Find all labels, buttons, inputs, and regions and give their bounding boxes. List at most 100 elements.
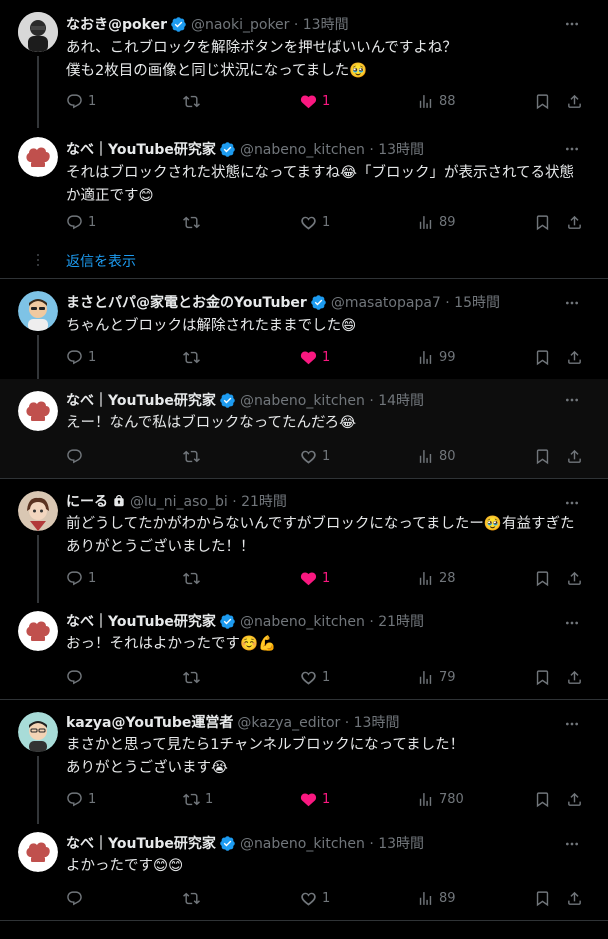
bookmark-button[interactable] <box>534 789 551 809</box>
reply-button[interactable] <box>66 888 88 908</box>
like-button[interactable]: 1 <box>300 347 330 367</box>
share-button[interactable] <box>566 347 583 367</box>
avatar[interactable] <box>18 491 58 531</box>
handle-time[interactable]: @masatopapa7 · 15時間 <box>331 292 500 312</box>
views-button[interactable]: 79 <box>417 667 456 687</box>
avatar[interactable] <box>18 611 58 651</box>
avatar[interactable] <box>18 12 58 52</box>
more-icon[interactable] <box>564 615 580 631</box>
retweet-button[interactable] <box>183 446 205 466</box>
views-count: 88 <box>439 93 456 109</box>
retweet-button[interactable]: 1 <box>183 789 213 809</box>
views-icon <box>417 791 434 808</box>
views-button[interactable]: 28 <box>417 568 456 588</box>
tweet-header: なべ｜YouTube研究家 @nabeno_kitchen · 21時間 <box>66 611 424 631</box>
retweet-button[interactable] <box>183 347 205 367</box>
bookmark-button[interactable] <box>534 91 551 111</box>
reply-button[interactable]: 1 <box>66 568 96 588</box>
like-button[interactable]: 1 <box>300 91 330 111</box>
tweet-header: なべ｜YouTube研究家 @nabeno_kitchen · 13時間 <box>66 139 424 159</box>
retweet-button[interactable] <box>183 568 205 588</box>
display-name[interactable]: kazya@YouTube運営者 <box>66 712 233 732</box>
like-button[interactable]: 1 <box>300 789 330 809</box>
bookmark-button[interactable] <box>534 212 551 232</box>
handle-time[interactable]: @nabeno_kitchen · 13時間 <box>240 833 424 853</box>
more-icon[interactable] <box>564 495 580 511</box>
avatar[interactable] <box>18 137 58 177</box>
reply-button[interactable]: 1 <box>66 789 96 809</box>
display-name[interactable]: なべ｜YouTube研究家 <box>66 611 216 631</box>
display-name[interactable]: まさとパパ@家電とお金のYouTuber <box>66 292 307 312</box>
like-button[interactable]: 1 <box>300 446 330 466</box>
tweet-text: おっ！それはよかったです☺️💪 <box>66 636 277 652</box>
like-button[interactable]: 1 <box>300 888 330 908</box>
like-button[interactable]: 1 <box>300 212 330 232</box>
more-icon[interactable] <box>564 716 580 732</box>
share-button[interactable] <box>566 789 583 809</box>
verified-icon <box>219 141 236 158</box>
reply-button[interactable] <box>66 446 88 466</box>
bookmark-button[interactable] <box>534 888 551 908</box>
retweet-button[interactable] <box>183 212 205 232</box>
bookmark-button[interactable] <box>534 347 551 367</box>
more-icon[interactable] <box>564 836 580 852</box>
display-name[interactable]: なおき@poker <box>66 14 167 34</box>
avatar[interactable] <box>18 291 58 331</box>
share-button[interactable] <box>566 212 583 232</box>
tweet[interactable]: なべ｜YouTube研究家 @nabeno_kitchen · 14時間 えー！… <box>0 379 608 478</box>
lock-icon <box>112 494 126 508</box>
tweet[interactable]: なべ｜YouTube研究家 @nabeno_kitchen · 13時間 よかっ… <box>0 820 608 920</box>
views-button[interactable]: 780 <box>417 789 464 809</box>
display-name[interactable]: にーる <box>66 491 108 511</box>
tweet[interactable]: まさとパパ@家電とお金のYouTuber @masatopapa7 · 15時間… <box>0 279 608 381</box>
views-icon <box>417 214 434 231</box>
views-button[interactable]: 89 <box>417 212 456 232</box>
reply-button[interactable] <box>66 667 88 687</box>
show-replies-link[interactable]: 返信を表示 <box>66 251 136 271</box>
retweet-button[interactable] <box>183 888 205 908</box>
share-button[interactable] <box>566 91 583 111</box>
share-button[interactable] <box>566 667 583 687</box>
bookmark-button[interactable] <box>534 568 551 588</box>
views-button[interactable]: 99 <box>417 347 456 367</box>
share-button[interactable] <box>566 446 583 466</box>
views-button[interactable]: 80 <box>417 446 456 466</box>
like-button[interactable]: 1 <box>300 568 330 588</box>
tweet[interactable]: kazya@YouTube運営者 @kazya_editor · 13時間 まさ… <box>0 700 608 824</box>
handle-time[interactable]: @kazya_editor · 13時間 <box>237 712 399 732</box>
avatar[interactable] <box>18 712 58 752</box>
more-icon[interactable] <box>564 295 580 311</box>
handle-time[interactable]: @nabeno_kitchen · 21時間 <box>240 611 424 631</box>
display-name[interactable]: なべ｜YouTube研究家 <box>66 833 216 853</box>
avatar[interactable] <box>18 391 58 431</box>
handle-time[interactable]: @naoki_poker · 13時間 <box>191 14 349 34</box>
retweet-button[interactable] <box>183 91 205 111</box>
bookmark-button[interactable] <box>534 446 551 466</box>
more-icon[interactable] <box>564 16 580 32</box>
share-button[interactable] <box>566 568 583 588</box>
handle-time[interactable]: @nabeno_kitchen · 14時間 <box>240 390 424 410</box>
handle-time[interactable]: @nabeno_kitchen · 13時間 <box>240 139 424 159</box>
handle-time[interactable]: @lu_ni_aso_bi · 21時間 <box>130 491 287 511</box>
tweet[interactable]: にーる @lu_ni_aso_bi · 21時間 前どうしてたかがわからないんで… <box>0 479 608 603</box>
tweet[interactable]: なべ｜YouTube研究家 @nabeno_kitchen · 13時間 それは… <box>0 125 608 245</box>
thread-line <box>37 335 39 381</box>
reply-button[interactable]: 1 <box>66 212 96 232</box>
more-icon[interactable] <box>564 392 580 408</box>
tweet[interactable]: なべ｜YouTube研究家 @nabeno_kitchen · 21時間 おっ！… <box>0 599 608 699</box>
reply-button[interactable]: 1 <box>66 347 96 367</box>
display-name[interactable]: なべ｜YouTube研究家 <box>66 390 216 410</box>
views-button[interactable]: 89 <box>417 888 456 908</box>
more-icon[interactable] <box>564 141 580 157</box>
reply-button[interactable]: 1 <box>66 91 96 111</box>
like-button[interactable]: 1 <box>300 667 330 687</box>
action-bar: 1 1 28 <box>66 568 586 588</box>
avatar[interactable] <box>18 832 58 872</box>
views-button[interactable]: 88 <box>417 91 456 111</box>
bookmark-button[interactable] <box>534 667 551 687</box>
retweet-icon <box>183 890 200 907</box>
share-button[interactable] <box>566 888 583 908</box>
display-name[interactable]: なべ｜YouTube研究家 <box>66 139 216 159</box>
tweet[interactable]: なおき@poker @naoki_poker · 13時間 あれ、これブロックを… <box>0 0 608 128</box>
retweet-button[interactable] <box>183 667 205 687</box>
